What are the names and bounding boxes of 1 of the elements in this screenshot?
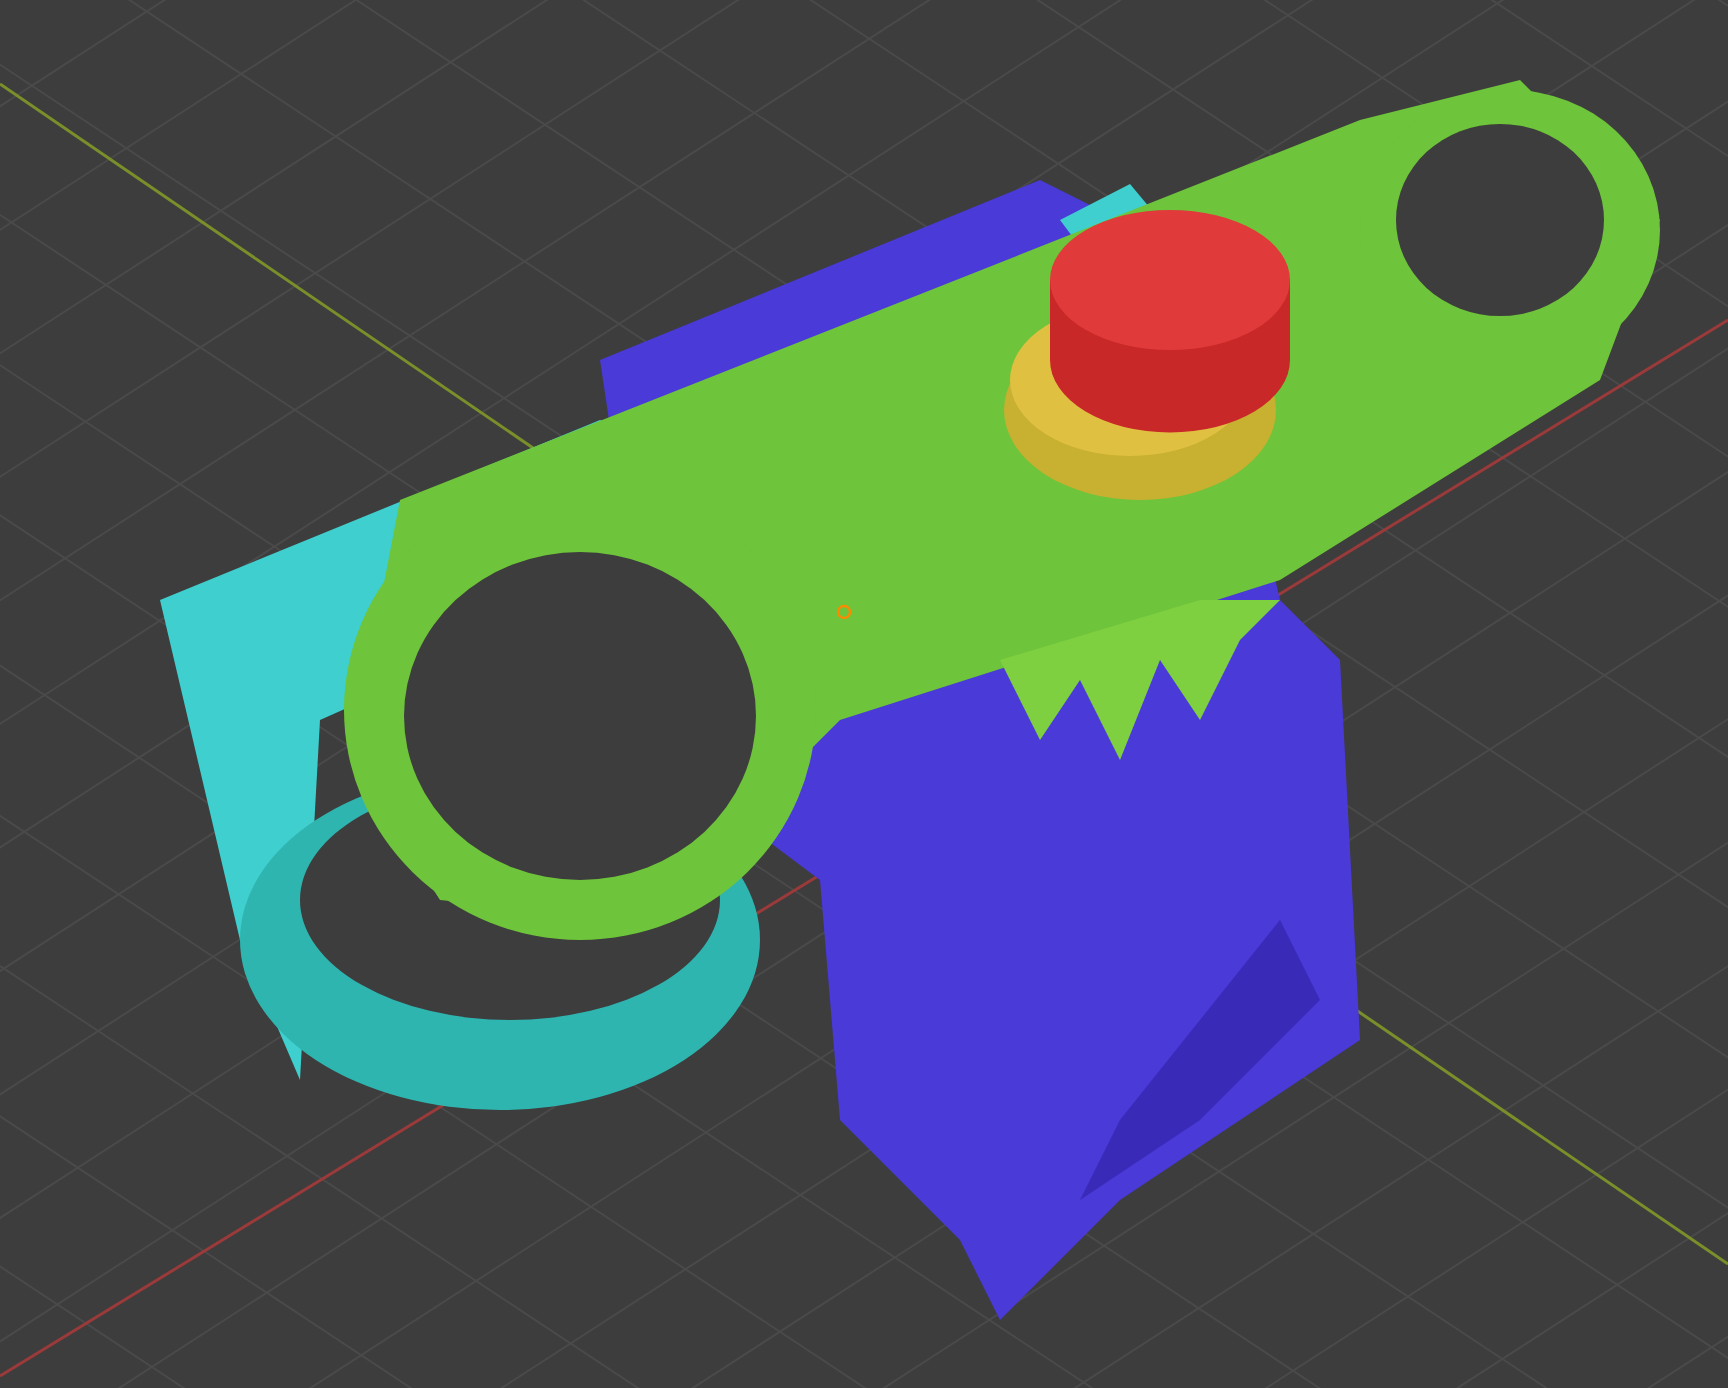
model-drawing[interactable] <box>160 80 1660 1320</box>
